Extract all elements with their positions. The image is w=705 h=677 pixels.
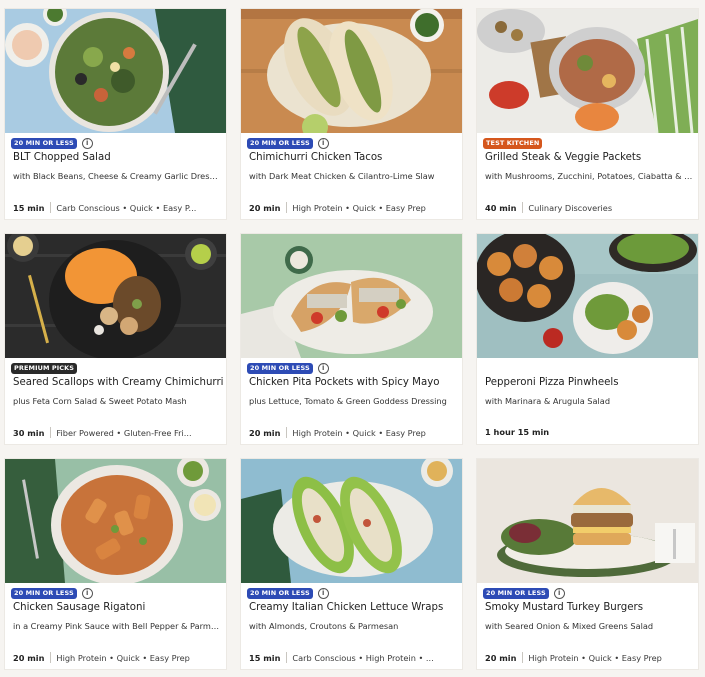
cook-time: 1 hour 15 min [485, 427, 550, 437]
divider [286, 652, 288, 663]
cook-time: 20 min [13, 652, 45, 663]
recipe-title[interactable]: Chicken Pita Pockets with Spicy Mayo [249, 377, 439, 388]
recipe-meta: 40 min Culinary Discoveries [485, 202, 693, 213]
salad-bowl-photo [5, 9, 226, 133]
status-badge: TEST KITCHEN [483, 137, 543, 149]
divider [522, 202, 524, 213]
recipe-subtitle: plus Feta Corn Salad & Sweet Potato Mash [13, 396, 187, 406]
recipe-card[interactable]: 20 MIN OR LESS i Chicken Pita Pockets wi… [241, 234, 462, 444]
cook-time: 30 min [13, 427, 45, 438]
info-icon[interactable]: i [317, 362, 329, 374]
recipe-tags: High Protein • Quick • Easy Prep [528, 652, 662, 663]
status-badge: 20 MIN OR LESS [483, 587, 549, 599]
divider [522, 652, 524, 663]
info-icon[interactable]: i [553, 587, 565, 599]
pita-pockets-photo [241, 234, 462, 358]
info-icon[interactable]: i [81, 137, 93, 149]
cook-time: 20 min [485, 652, 517, 663]
status-badge: 20 MIN OR LESS [11, 587, 77, 599]
recipe-card[interactable]: 20 MIN OR LESS i BLT Chopped Salad with … [5, 9, 226, 219]
steak-packets-photo [477, 9, 698, 133]
pinwheels-photo [477, 234, 698, 358]
cook-time: 15 min [249, 652, 281, 663]
badge-row: 20 MIN OR LESS i [247, 137, 329, 149]
recipe-tags: High Protein • Quick • Easy Prep [292, 427, 426, 438]
recipe-title[interactable]: Chimichurri Chicken Tacos [249, 152, 382, 163]
badge-row: PREMIUM PICKS [11, 362, 78, 374]
recipe-meta: 1 hour 15 min [485, 427, 693, 437]
recipe-subtitle: in a Creamy Pink Sauce with Bell Pepper … [13, 621, 221, 631]
badge-row: TEST KITCHEN [483, 137, 543, 149]
badge-row: 20 MIN OR LESS i [11, 587, 93, 599]
info-icon[interactable]: i [317, 137, 329, 149]
recipe-meta: 30 min Fiber Powered • Gluten-Free Fri..… [13, 427, 221, 438]
recipe-title[interactable]: Seared Scallops with Creamy Chimichurri [13, 377, 223, 388]
status-badge: PREMIUM PICKS [11, 362, 78, 374]
badge-row: 20 MIN OR LESS i [247, 587, 329, 599]
recipe-meta: 20 min High Protein • Quick • Easy Prep [485, 652, 693, 663]
burger-photo [477, 459, 698, 583]
tacos-photo [241, 9, 462, 133]
cook-time: 20 min [249, 427, 281, 438]
divider [50, 427, 52, 438]
recipe-card[interactable]: Pepperoni Pizza Pinwheels with Marinara … [477, 234, 698, 444]
status-badge: 20 MIN OR LESS [247, 362, 313, 374]
recipe-card[interactable]: 20 MIN OR LESS i Smoky Mustard Turkey Bu… [477, 459, 698, 669]
badge-row: 20 MIN OR LESS i [247, 362, 329, 374]
recipe-card[interactable]: TEST KITCHEN Grilled Steak & Veggie Pack… [477, 9, 698, 219]
divider [286, 427, 288, 438]
badge-row: 20 MIN OR LESS i [11, 137, 93, 149]
recipe-title[interactable]: Creamy Italian Chicken Lettuce Wraps [249, 602, 443, 613]
recipe-card[interactable]: 20 MIN OR LESS i Chimichurri Chicken Tac… [241, 9, 462, 219]
recipe-meta: 20 min High Protein • Quick • Easy Prep [249, 427, 457, 438]
recipe-title[interactable]: Smoky Mustard Turkey Burgers [485, 602, 643, 613]
recipe-tags: Carb Conscious • Quick • Easy P... [56, 202, 197, 213]
divider [286, 202, 288, 213]
recipe-meta: 15 min Carb Conscious • High Protein • .… [249, 652, 457, 663]
recipe-title[interactable]: Grilled Steak & Veggie Packets [485, 152, 641, 163]
scallops-photo [5, 234, 226, 358]
recipe-subtitle: with Almonds, Croutons & Parmesan [249, 621, 399, 631]
recipe-subtitle: plus Lettuce, Tomato & Green Goddess Dre… [249, 396, 447, 406]
recipe-title[interactable]: Chicken Sausage Rigatoni [13, 602, 145, 613]
recipe-meta: 15 min Carb Conscious • Quick • Easy P..… [13, 202, 221, 213]
lettuce-wraps-photo [241, 459, 462, 583]
cook-time: 40 min [485, 202, 517, 213]
recipe-tags: High Protein • Quick • Easy Prep [56, 652, 190, 663]
info-icon[interactable]: i [317, 587, 329, 599]
info-icon[interactable]: i [81, 587, 93, 599]
status-badge: 20 MIN OR LESS [247, 137, 313, 149]
rigatoni-photo [5, 459, 226, 583]
recipe-tags: Culinary Discoveries [528, 202, 613, 213]
recipe-card[interactable]: PREMIUM PICKS Seared Scallops with Cream… [5, 234, 226, 444]
recipe-subtitle: with Dark Meat Chicken & Cilantro-Lime S… [249, 171, 435, 181]
status-badge: 20 MIN OR LESS [247, 587, 313, 599]
recipe-card[interactable]: 20 MIN OR LESS i Creamy Italian Chicken … [241, 459, 462, 669]
recipe-title[interactable]: Pepperoni Pizza Pinwheels [485, 377, 619, 388]
recipe-meta: 20 min High Protein • Quick • Easy Prep [13, 652, 221, 663]
cook-time: 15 min [13, 202, 45, 213]
cook-time: 20 min [249, 202, 281, 213]
recipe-meta: 20 min High Protein • Quick • Easy Prep [249, 202, 457, 213]
recipe-title[interactable]: BLT Chopped Salad [13, 152, 111, 163]
recipe-grid: 20 MIN OR LESS i BLT Chopped Salad with … [0, 0, 705, 677]
recipe-tags: Carb Conscious • High Protein • ... [292, 652, 434, 663]
badge-row: 20 MIN OR LESS i [483, 587, 565, 599]
recipe-tags: Fiber Powered • Gluten-Free Fri... [56, 427, 192, 438]
recipe-subtitle: with Marinara & Arugula Salad [485, 396, 611, 406]
divider [50, 202, 52, 213]
recipe-subtitle: with Seared Onion & Mixed Greens Salad [485, 621, 654, 631]
status-badge: 20 MIN OR LESS [11, 137, 77, 149]
recipe-tags: High Protein • Quick • Easy Prep [292, 202, 426, 213]
recipe-subtitle: with Black Beans, Cheese & Creamy Garlic… [13, 171, 221, 181]
recipe-subtitle: with Mushrooms, Zucchini, Potatoes, Ciab… [485, 171, 693, 181]
divider [50, 652, 52, 663]
recipe-card[interactable]: 20 MIN OR LESS i Chicken Sausage Rigaton… [5, 459, 226, 669]
